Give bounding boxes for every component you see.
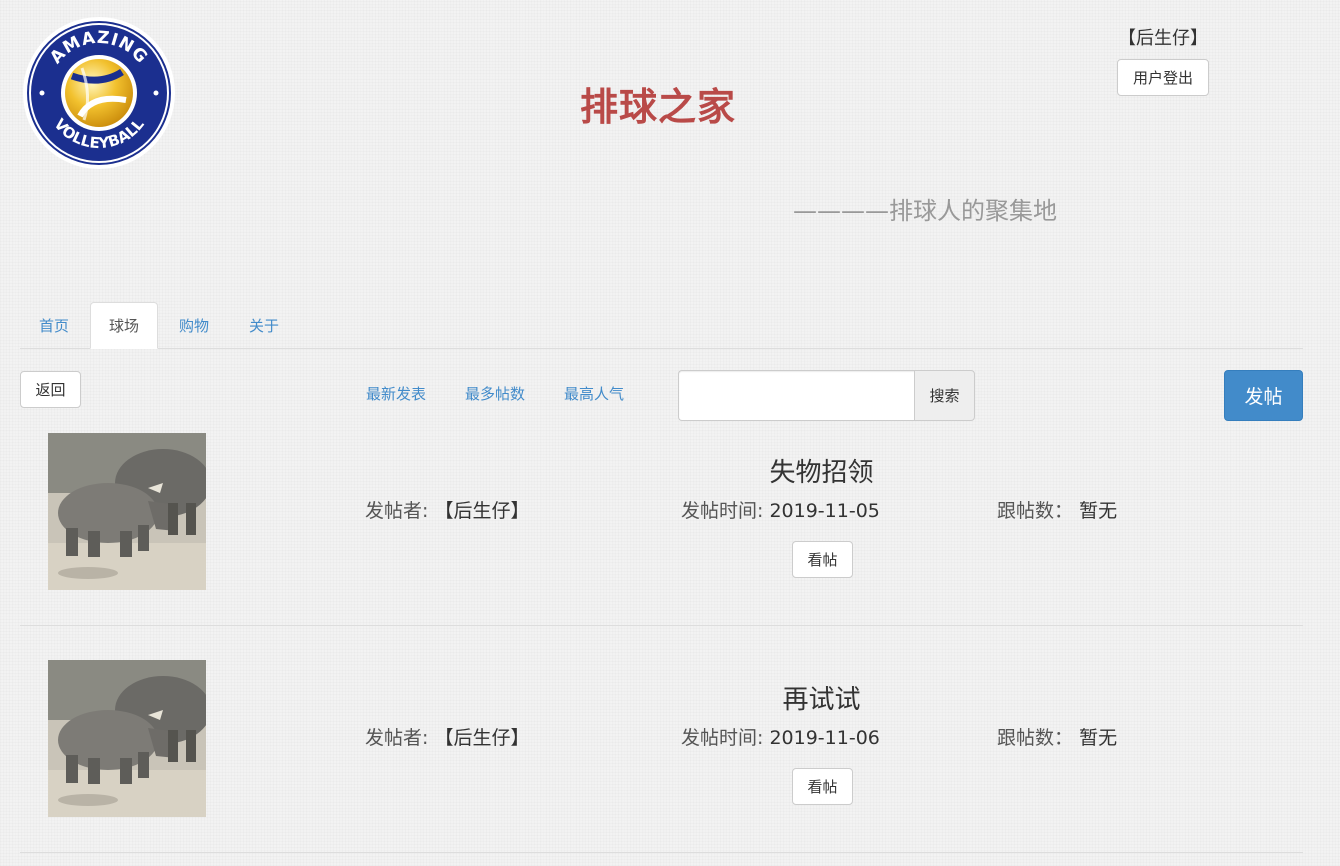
post-replies: 跟帖数： 暂无 (997, 723, 1117, 750)
replies-value: 暂无 (1079, 500, 1118, 522)
post-item: 失物招领 发帖者: 【后生仔】 发帖时间: 2019-11-05 跟帖数： 暂无… (20, 398, 1303, 626)
site-logo: AMAZING VOLLEYBALL (22, 16, 176, 170)
site-title: 排球之家 (580, 85, 737, 129)
current-user-name: 【后生仔】 (1118, 28, 1208, 49)
post-author: 发帖者: 【后生仔】 (365, 723, 529, 750)
post-item: 再试试 发帖者: 【后生仔】 发帖时间: 2019-11-06 跟帖数： 暂无 … (20, 625, 1303, 853)
tab-shop[interactable]: 购物 (160, 302, 228, 348)
author-label: 发帖者: (365, 727, 429, 749)
replies-label: 跟帖数： (997, 727, 1074, 749)
post-author: 发帖者: 【后生仔】 (365, 496, 529, 523)
post-title[interactable]: 再试试 (20, 679, 1340, 716)
replies-label: 跟帖数： (997, 500, 1074, 522)
nav-tabs: 首页 球场 购物 关于 (20, 302, 1303, 349)
site-subtitle: ————排球人的聚集地 (793, 197, 1057, 225)
author-value: 【后生仔】 (434, 727, 530, 749)
tab-court[interactable]: 球场 (90, 302, 158, 349)
time-value: 2019-11-05 (769, 500, 880, 522)
author-label: 发帖者: (365, 500, 429, 522)
post-replies: 跟帖数： 暂无 (997, 496, 1117, 523)
post-title[interactable]: 失物招领 (20, 452, 1340, 489)
time-label: 发帖时间: (681, 500, 764, 522)
time-value: 2019-11-06 (769, 727, 880, 749)
time-label: 发帖时间: (681, 727, 764, 749)
logout-button[interactable]: 用户登出 (1117, 59, 1209, 96)
view-post-button[interactable]: 看帖 (792, 768, 853, 805)
view-post-button[interactable]: 看帖 (792, 541, 853, 578)
tab-home[interactable]: 首页 (20, 302, 88, 348)
author-value: 【后生仔】 (434, 500, 530, 522)
post-time: 发帖时间: 2019-11-05 (681, 496, 880, 523)
tab-about[interactable]: 关于 (230, 302, 298, 348)
post-time: 发帖时间: 2019-11-06 (681, 723, 880, 750)
replies-value: 暂无 (1079, 727, 1118, 749)
